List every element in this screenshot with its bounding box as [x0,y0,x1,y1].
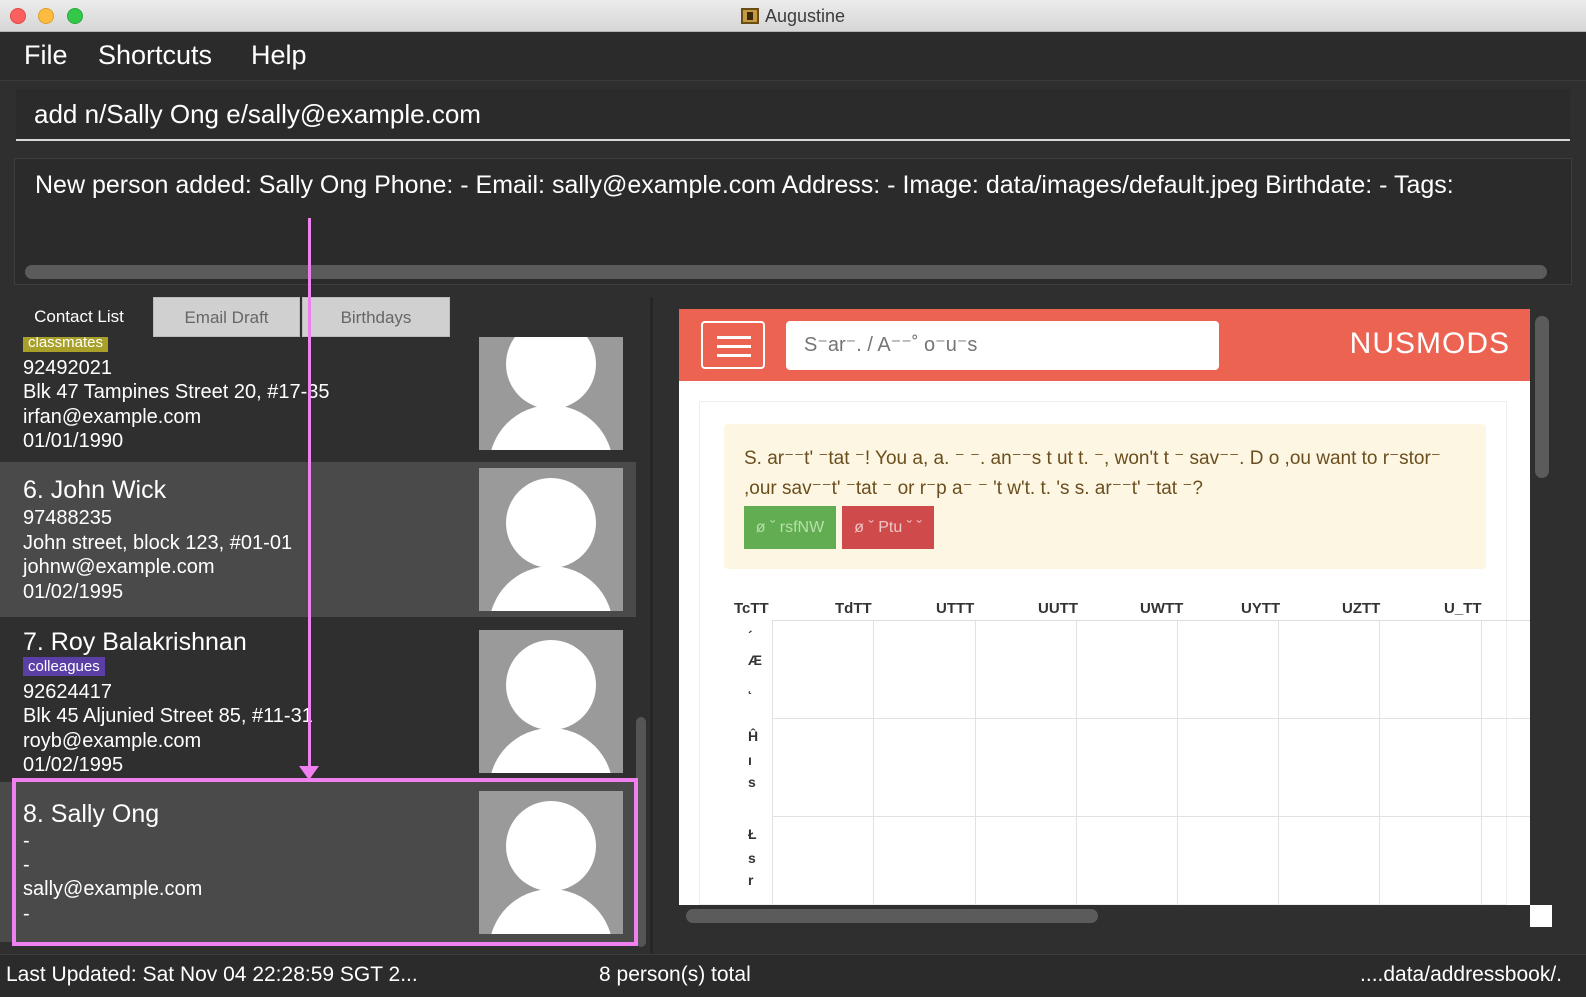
avatar [479,468,623,611]
contact-email: johnw@example.com [23,556,215,578]
timetable-day: UTTT [936,600,975,617]
contact-phone: 92624417 [23,681,112,703]
contact-phone: 92492021 [23,357,112,379]
result-horizontal-scrollbar[interactable] [25,265,1547,279]
tag-badge: colleagues [23,657,105,676]
contact-email: royb@example.com [23,730,202,752]
browser-panel: NUSMODS S. ar⁻⁻t' ⁻tat ⁻! You a, a. ⁻ ⁻.… [679,309,1530,905]
pane-divider[interactable] [650,297,653,954]
timetable-day: UYTT [1241,600,1281,617]
replace-button[interactable]: ø ˇ Ptu ˇ ˇ [842,506,934,549]
restore-button[interactable]: ø ˇ rsfNW [744,506,836,549]
timetable-side-label: Ł [748,826,757,842]
timetable-day-headers: TcTT TdTT UTTT UUTT UWTT UYTT UZTT U_TT [724,600,1508,620]
timetable-day: U_TT [1444,600,1482,617]
timetable-side-label: ´ [748,628,753,644]
contact-birthdate: 01/02/1995 [23,581,124,603]
list-item[interactable]: 6. John Wick 97488235 John street, block… [0,462,636,617]
annotation-highlight-box [12,778,638,946]
contact-email: irfan@example.com [23,406,202,428]
status-bar: Last Updated: Sat Nov 04 22:28:59 SGT 2.… [0,954,1586,997]
contact-name: 6. John Wick [23,476,167,504]
annotation-arrow-line [308,218,311,768]
timetable-day: UZTT [1342,600,1381,617]
timetable-day: UWTT [1140,600,1184,617]
nusmods-content: S. ar⁻⁻t' ⁻tat ⁻! You a, a. ⁻ ⁻. an⁻⁻s t… [699,401,1530,905]
timetable-grid [772,620,1530,905]
menu-shortcuts[interactable]: Shortcuts [98,40,212,71]
timetable-side-label: r [748,872,754,888]
timetable-side-label: s [748,774,756,790]
contact-phone: 97488235 [23,507,112,529]
list-item[interactable]: classmates 92492021 Blk 47 Tampines Stre… [0,337,636,461]
list-item[interactable]: 7. Roy Balakrishnan colleagues 92624417 … [0,620,636,777]
command-box [16,89,1570,141]
timetable-side-label: Ĥ [748,728,759,744]
tab-contact-list[interactable]: Contact List [8,297,150,337]
tab-email-draft[interactable]: Email Draft [153,297,300,337]
menu-help[interactable]: Help [251,40,307,71]
status-save-location: ....data/addressbook/. [1360,963,1562,986]
contact-birthdate: 01/02/1995 [23,754,124,776]
menu-bar: File Shortcuts Help [0,32,1586,81]
tab-birthdays[interactable]: Birthdays [302,297,450,337]
command-input[interactable] [16,89,1570,139]
status-total-persons: 8 person(s) total [599,963,751,986]
contact-birthdate: 01/01/1990 [23,430,124,452]
contact-address: Blk 47 Tampines Street 20, #17-35 [23,381,330,403]
window-title-wrap: Augustine [0,6,1586,27]
timetable-day: TcTT [734,600,769,617]
nusmods-logo[interactable]: NUSMODS [1350,327,1510,361]
tag-badge: classmates [23,337,109,352]
result-display: New person added: Sally Ong Phone: - Ema… [14,158,1572,285]
window-titlebar: Augustine [0,0,1586,32]
contact-name: 7. Roy Balakrishnan [23,628,247,656]
timetable-day: UUTT [1038,600,1078,617]
timetable-side-label: s [748,850,756,866]
browser-vertical-scrollbar[interactable] [1535,316,1549,478]
alert-message: S. ar⁻⁻t' ⁻tat ⁻! You a, a. ⁻ ⁻. an⁻⁻s t… [744,448,1441,499]
avatar [479,630,623,773]
avatar [479,337,623,450]
timetable-side-label: ı [748,752,752,768]
timetable-day: TdTT [835,600,872,617]
window-title: Augustine [764,6,846,26]
saved-state-alert: S. ar⁻⁻t' ⁻tat ⁻! You a, a. ⁻ ⁻. an⁻⁻s t… [724,424,1486,569]
app-icon [740,8,759,24]
timetable-side-label: ˛ [748,678,753,694]
menu-file[interactable]: File [24,40,68,71]
module-search-input[interactable] [786,321,1219,370]
nusmods-header: NUSMODS [679,309,1530,381]
hamburger-menu-button[interactable] [701,321,765,369]
contact-address: John street, block 123, #01-01 [23,532,293,554]
timetable-side-label: Æ [748,652,762,668]
result-text: New person added: Sally Ong Phone: - Ema… [35,171,1454,199]
status-last-updated: Last Updated: Sat Nov 04 22:28:59 SGT 2.… [6,963,418,986]
scrollbar-corner [1530,905,1552,927]
contact-address: Blk 45 Aljunied Street 85, #11-31 [23,705,313,727]
browser-horizontal-scrollbar[interactable] [686,909,1098,923]
